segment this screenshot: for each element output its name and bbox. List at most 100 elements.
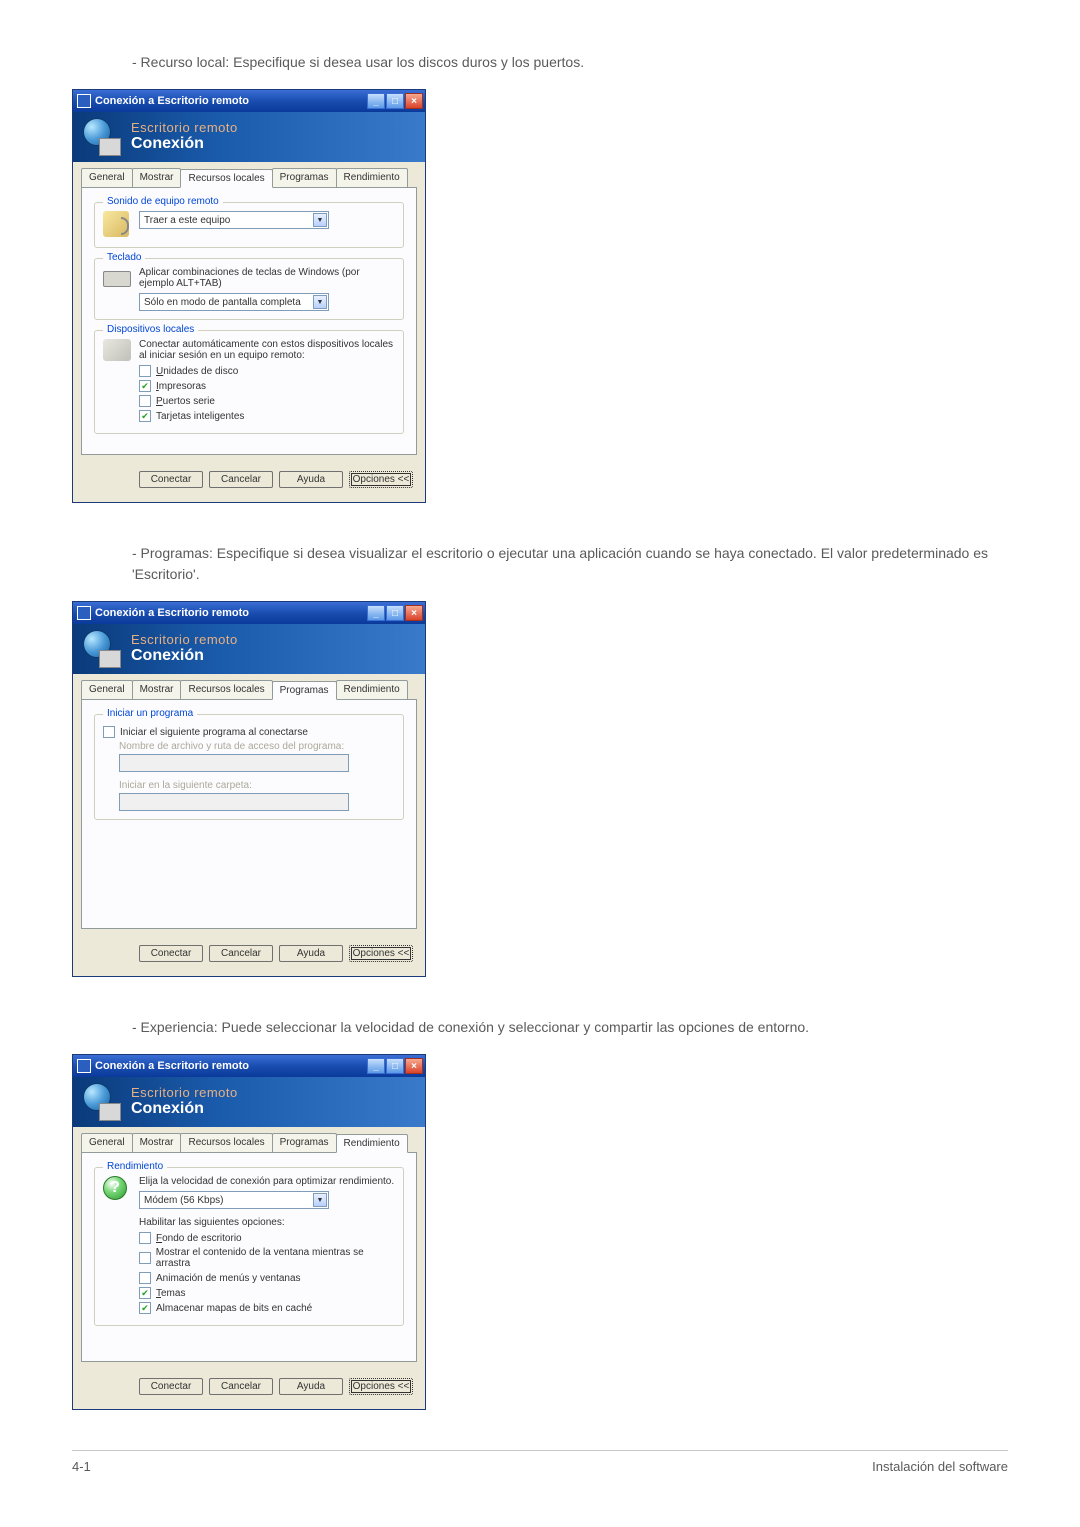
tab-general[interactable]: General	[81, 680, 133, 699]
tab-recursos-locales[interactable]: Recursos locales	[180, 1133, 272, 1152]
header-line1: Escritorio remoto	[131, 633, 238, 647]
dialog-buttons: Conectar Cancelar Ayuda Opciones <<	[73, 937, 425, 976]
checkbox-puertos[interactable]	[139, 395, 151, 407]
tab-programas[interactable]: Programas	[272, 1133, 337, 1152]
label-elija-velocidad: Elija la velocidad de conexión para opti…	[139, 1176, 395, 1187]
velocidad-dropdown-value: Módem (56 Kbps)	[144, 1195, 223, 1206]
window-recursos-locales: Conexión a Escritorio remoto _ □ × Escri…	[72, 89, 426, 503]
tab-recursos-locales[interactable]: Recursos locales	[180, 169, 272, 188]
checkbox-animacion[interactable]	[139, 1272, 151, 1284]
window-rendimiento: Conexión a Escritorio remoto _ □ × Escri…	[72, 1054, 426, 1410]
opciones-button[interactable]: Opciones <<	[349, 945, 413, 962]
checkbox-tarjetas[interactable]: ✔	[139, 410, 151, 422]
cancelar-button[interactable]: Cancelar	[209, 1378, 273, 1395]
conectar-button[interactable]: Conectar	[139, 945, 203, 962]
maximize-button[interactable]: □	[386, 1058, 404, 1074]
cancelar-button[interactable]: Cancelar	[209, 945, 273, 962]
maximize-button[interactable]: □	[386, 605, 404, 621]
app-icon	[77, 606, 91, 620]
label-cache: Almacenar mapas de bits en caché	[156, 1303, 312, 1314]
label-mostrar-contenido: Mostrar el contenido de la ventana mient…	[156, 1247, 395, 1269]
input-nombre-archivo	[119, 754, 349, 772]
checkbox-mostrar-contenido[interactable]	[139, 1252, 151, 1264]
header-line2: Conexión	[131, 647, 238, 665]
devices-icon	[103, 339, 131, 367]
tab-recursos-locales[interactable]: Recursos locales	[180, 680, 272, 699]
group-iniciar-programa: Iniciar un programa Iniciar el siguiente…	[94, 714, 404, 820]
dialog-buttons: Conectar Cancelar Ayuda Opciones <<	[73, 463, 425, 502]
label-tarjetas: Tarjetas inteligentes	[156, 411, 244, 422]
window-programas: Conexión a Escritorio remoto _ □ × Escri…	[72, 601, 426, 977]
titlebar-text: Conexión a Escritorio remoto	[95, 95, 367, 107]
chevron-down-icon: ▼	[313, 295, 327, 309]
tab-rendimiento[interactable]: Rendimiento	[336, 680, 408, 699]
label-puertos: Puertos serie	[156, 396, 215, 407]
panel-rendimiento: Rendimiento ? Elija la velocidad de cone…	[81, 1152, 417, 1362]
remote-desktop-icon	[83, 118, 121, 156]
tab-general[interactable]: General	[81, 1133, 133, 1152]
tab-general[interactable]: General	[81, 168, 133, 187]
window-header: Escritorio remoto Conexión	[73, 624, 425, 674]
group-dispositivos-title: Dispositivos locales	[103, 324, 198, 335]
group-rendimiento-title: Rendimiento	[103, 1161, 167, 1172]
dispositivos-label: Conectar automáticamente con estos dispo…	[139, 339, 395, 361]
tab-programas[interactable]: Programas	[272, 681, 337, 700]
intro-programas: - Programas: Especifique si desea visual…	[72, 543, 1008, 585]
titlebar: Conexión a Escritorio remoto _ □ ×	[73, 90, 425, 112]
label-fondo: Fondo de escritorio	[156, 1233, 242, 1244]
checkbox-cache[interactable]: ✔	[139, 1302, 151, 1314]
checkbox-fondo[interactable]	[139, 1232, 151, 1244]
tab-strip: General Mostrar Recursos locales Program…	[73, 674, 425, 699]
group-iniciar-title: Iniciar un programa	[103, 708, 197, 719]
conectar-button[interactable]: Conectar	[139, 471, 203, 488]
group-teclado-title: Teclado	[103, 252, 145, 263]
cancelar-button[interactable]: Cancelar	[209, 471, 273, 488]
sonido-dropdown[interactable]: Traer a este equipo ▼	[139, 211, 329, 229]
tab-mostrar[interactable]: Mostrar	[132, 1133, 182, 1152]
tab-rendimiento[interactable]: Rendimiento	[336, 1134, 408, 1153]
tab-mostrar[interactable]: Mostrar	[132, 680, 182, 699]
label-unidades: Unidades de disco	[156, 366, 238, 377]
checkbox-temas[interactable]: ✔	[139, 1287, 151, 1299]
teclado-dropdown[interactable]: Sólo en modo de pantalla completa ▼	[139, 293, 329, 311]
minimize-button[interactable]: _	[367, 605, 385, 621]
input-carpeta	[119, 793, 349, 811]
group-sonido: Sonido de equipo remoto Traer a este equ…	[94, 202, 404, 248]
minimize-button[interactable]: _	[367, 93, 385, 109]
titlebar-text: Conexión a Escritorio remoto	[95, 607, 367, 619]
label-temas: Temas	[156, 1288, 185, 1299]
opciones-button[interactable]: Opciones <<	[349, 471, 413, 488]
header-line2: Conexión	[131, 135, 238, 153]
tab-rendimiento[interactable]: Rendimiento	[336, 168, 408, 187]
checkbox-impresoras[interactable]: ✔	[139, 380, 151, 392]
close-button[interactable]: ×	[405, 1058, 423, 1074]
label-animacion: Animación de menús y ventanas	[156, 1273, 301, 1284]
page-footer: 4-1 Instalación del software	[72, 1459, 1008, 1504]
checkbox-unidades[interactable]	[139, 365, 151, 377]
header-line2: Conexión	[131, 1100, 238, 1118]
teclado-dropdown-value: Sólo en modo de pantalla completa	[144, 297, 301, 308]
app-icon	[77, 1059, 91, 1073]
speaker-icon	[103, 211, 131, 239]
label-habilitar: Habilitar las siguientes opciones:	[139, 1217, 395, 1228]
tab-strip: General Mostrar Recursos locales Program…	[73, 162, 425, 187]
ayuda-button[interactable]: Ayuda	[279, 1378, 343, 1395]
minimize-button[interactable]: _	[367, 1058, 385, 1074]
tab-mostrar[interactable]: Mostrar	[132, 168, 182, 187]
opciones-button[interactable]: Opciones <<	[349, 1378, 413, 1395]
footer-divider	[72, 1450, 1008, 1451]
label-impresoras: Impresoras	[156, 381, 206, 392]
ayuda-button[interactable]: Ayuda	[279, 471, 343, 488]
close-button[interactable]: ×	[405, 93, 423, 109]
ayuda-button[interactable]: Ayuda	[279, 945, 343, 962]
conectar-button[interactable]: Conectar	[139, 1378, 203, 1395]
group-dispositivos: Dispositivos locales Conectar automática…	[94, 330, 404, 434]
header-line1: Escritorio remoto	[131, 121, 238, 135]
velocidad-dropdown[interactable]: Módem (56 Kbps) ▼	[139, 1191, 329, 1209]
checkbox-iniciar-programa[interactable]	[103, 726, 115, 738]
tab-programas[interactable]: Programas	[272, 168, 337, 187]
group-rendimiento: Rendimiento ? Elija la velocidad de cone…	[94, 1167, 404, 1326]
maximize-button[interactable]: □	[386, 93, 404, 109]
remote-desktop-icon	[83, 1083, 121, 1121]
close-button[interactable]: ×	[405, 605, 423, 621]
